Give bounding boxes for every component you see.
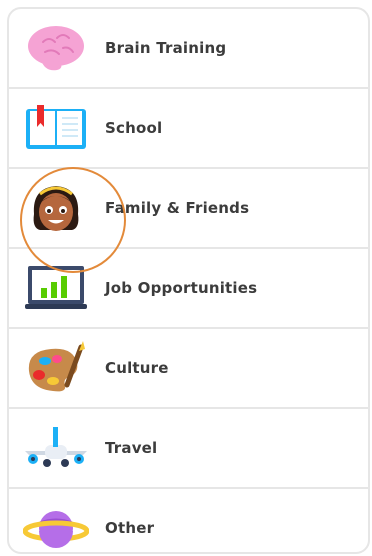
option-label: Job Opportunities (105, 279, 258, 297)
option-label: Travel (105, 439, 158, 457)
planet-icon (21, 498, 91, 552)
option-school[interactable]: School (9, 89, 368, 167)
option-label: Culture (105, 359, 169, 377)
option-other[interactable]: Other (9, 489, 368, 552)
book-icon (21, 98, 91, 158)
option-travel[interactable]: Travel (9, 409, 368, 487)
reason-options-list: Brain Training School Family & Friends J… (7, 7, 370, 554)
option-job-opportunities[interactable]: Job Opportunities (9, 249, 368, 327)
chart-monitor-icon (21, 258, 91, 318)
option-brain-training[interactable]: Brain Training (9, 9, 368, 87)
option-label: Other (105, 519, 155, 537)
option-label: Brain Training (105, 39, 227, 57)
option-label: School (105, 119, 163, 137)
option-culture[interactable]: Culture (9, 329, 368, 407)
paint-palette-icon (21, 338, 91, 398)
airplane-icon (21, 418, 91, 478)
brain-icon (21, 18, 91, 78)
option-family-friends[interactable]: Family & Friends (9, 169, 368, 247)
girl-face-icon (21, 178, 91, 238)
option-label: Family & Friends (105, 199, 250, 217)
